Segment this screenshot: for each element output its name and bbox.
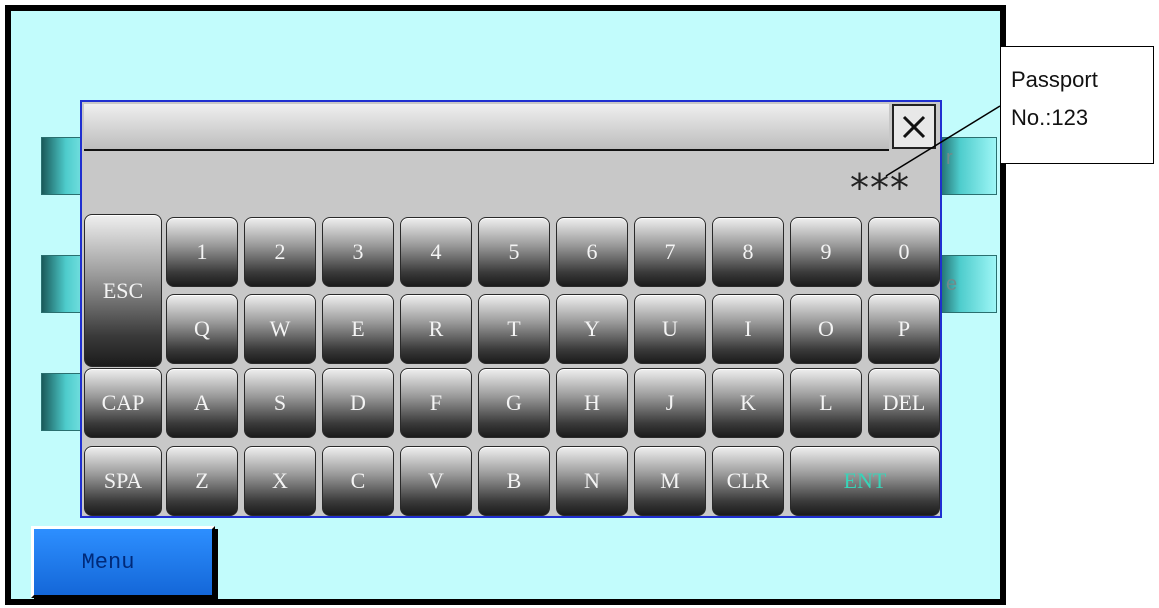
key-4[interactable]: 4 [400, 217, 472, 287]
key-z[interactable]: Z [166, 446, 238, 516]
key-i[interactable]: I [712, 294, 784, 364]
menu-button[interactable]: Menu [31, 526, 215, 598]
close-button[interactable] [892, 104, 936, 149]
key-3[interactable]: 3 [322, 217, 394, 287]
key-spa[interactable]: SPA [84, 446, 162, 516]
key-h[interactable]: H [556, 368, 628, 438]
virtual-keyboard: *** ESC 1 2 3 4 5 6 7 8 9 0 Q W E R T Y U I O P CAP A S D F G H J K L… [80, 100, 942, 518]
key-b[interactable]: B [478, 446, 550, 516]
key-q[interactable]: Q [166, 294, 238, 364]
key-f[interactable]: F [400, 368, 472, 438]
key-m[interactable]: M [634, 446, 706, 516]
passport-callout: Passport No.:123 [1000, 46, 1154, 164]
key-6[interactable]: 6 [556, 217, 628, 287]
key-w[interactable]: W [244, 294, 316, 364]
key-clr[interactable]: CLR [712, 446, 784, 516]
key-esc[interactable]: ESC [84, 214, 162, 367]
close-icon [902, 115, 926, 138]
input-display: *** [850, 166, 910, 210]
key-e[interactable]: E [322, 294, 394, 364]
background-partial-text-1: r [946, 147, 953, 169]
key-del[interactable]: DEL [868, 368, 940, 438]
key-1[interactable]: 1 [166, 217, 238, 287]
key-c[interactable]: C [322, 446, 394, 516]
key-t[interactable]: T [478, 294, 550, 364]
key-7[interactable]: 7 [634, 217, 706, 287]
key-n[interactable]: N [556, 446, 628, 516]
background-button-right-2[interactable] [935, 255, 997, 313]
key-l[interactable]: L [790, 368, 862, 438]
key-ent[interactable]: ENT [790, 446, 940, 516]
key-v[interactable]: V [400, 446, 472, 516]
key-cap[interactable]: CAP [84, 368, 162, 438]
background-button-right-1[interactable] [935, 137, 997, 195]
key-2[interactable]: 2 [244, 217, 316, 287]
key-8[interactable]: 8 [712, 217, 784, 287]
key-k[interactable]: K [712, 368, 784, 438]
key-9[interactable]: 9 [790, 217, 862, 287]
key-y[interactable]: Y [556, 294, 628, 364]
key-p[interactable]: P [868, 294, 940, 364]
key-g[interactable]: G [478, 368, 550, 438]
key-x[interactable]: X [244, 446, 316, 516]
key-5[interactable]: 5 [478, 217, 550, 287]
background-partial-text-2: e [946, 273, 958, 295]
key-u[interactable]: U [634, 294, 706, 364]
key-j[interactable]: J [634, 368, 706, 438]
key-d[interactable]: D [322, 368, 394, 438]
key-o[interactable]: O [790, 294, 862, 364]
key-r[interactable]: R [400, 294, 472, 364]
callout-line-1: Passport [1011, 67, 1098, 92]
key-a[interactable]: A [166, 368, 238, 438]
keyboard-titlebar [84, 104, 889, 151]
callout-line-2: No.:123 [1011, 105, 1089, 130]
key-0[interactable]: 0 [868, 217, 940, 287]
key-s[interactable]: S [244, 368, 316, 438]
